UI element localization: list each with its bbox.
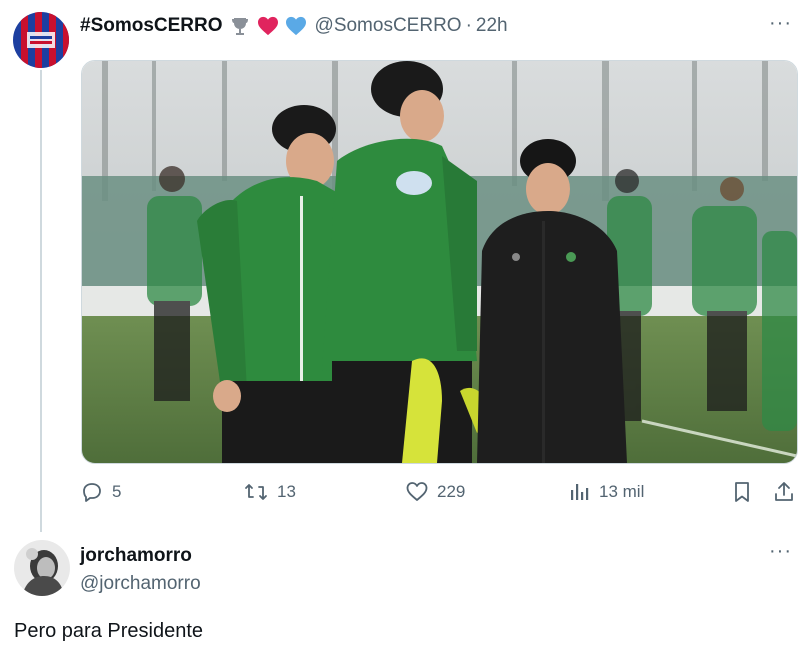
retweet-icon — [245, 484, 267, 500]
views-icon — [571, 484, 589, 500]
reply-count: 5 — [112, 482, 122, 501]
like-count: 229 — [437, 482, 466, 501]
jorchamorro-avatar[interactable] — [14, 540, 70, 596]
bookmark-button[interactable] — [731, 480, 761, 504]
share-icon — [775, 482, 793, 501]
blue-heart-icon — [285, 16, 307, 36]
tweet-more-button[interactable]: ··· — [769, 12, 792, 35]
red-heart-icon — [257, 16, 279, 36]
views-button[interactable]: 13 mil — [569, 480, 644, 504]
view-count: 13 mil — [599, 482, 645, 501]
profile-photo-icon — [14, 540, 70, 596]
thread-line — [40, 70, 42, 532]
tweet-actions: 5 13 229 13 mil — [80, 480, 800, 508]
reply-button[interactable]: 5 — [80, 480, 121, 504]
trophy-icon — [229, 15, 251, 37]
retweet-count: 13 — [277, 482, 296, 501]
reply-header: jorchamorro @jorchamorro — [80, 545, 201, 595]
share-button[interactable] — [772, 480, 800, 504]
like-button[interactable]: 229 — [405, 480, 465, 504]
cerro-crest-icon — [13, 12, 69, 68]
separator-dot: · — [465, 15, 472, 36]
bookmark-icon — [735, 482, 749, 502]
tweet-header: #SomosCERRO @SomosCERRO · 22h — [80, 14, 508, 38]
author-name[interactable]: #SomosCERRO — [80, 15, 223, 37]
author-handle[interactable]: @SomosCERRO — [315, 15, 462, 37]
tweet-photo[interactable] — [81, 60, 798, 464]
reply-more-button[interactable]: ··· — [769, 540, 792, 563]
reply-author-name[interactable]: jorchamorro — [80, 545, 201, 567]
reply-author-handle[interactable]: @jorchamorro — [80, 573, 201, 595]
reply-text: Pero para Presidente — [14, 620, 204, 642]
heart-icon — [406, 482, 428, 501]
retweet-button[interactable]: 13 — [243, 480, 296, 504]
training-photo — [82, 61, 797, 463]
somoscerro-avatar[interactable] — [13, 12, 69, 68]
timestamp[interactable]: 22h — [476, 15, 508, 37]
reply-icon — [83, 483, 101, 502]
